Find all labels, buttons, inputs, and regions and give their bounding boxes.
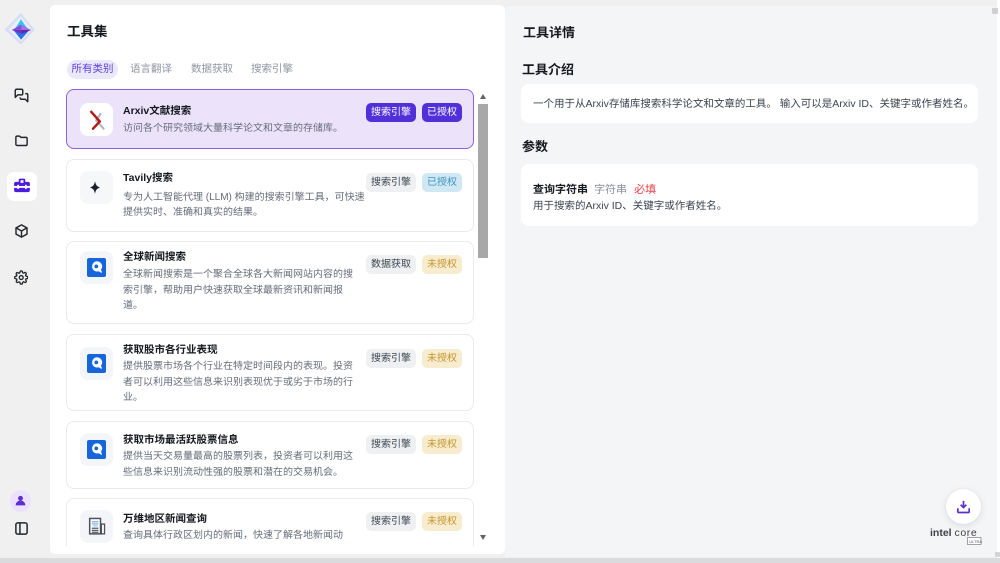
svg-text:ULTRA: ULTRA — [969, 539, 982, 544]
svg-text:intel: intel — [930, 527, 952, 539]
